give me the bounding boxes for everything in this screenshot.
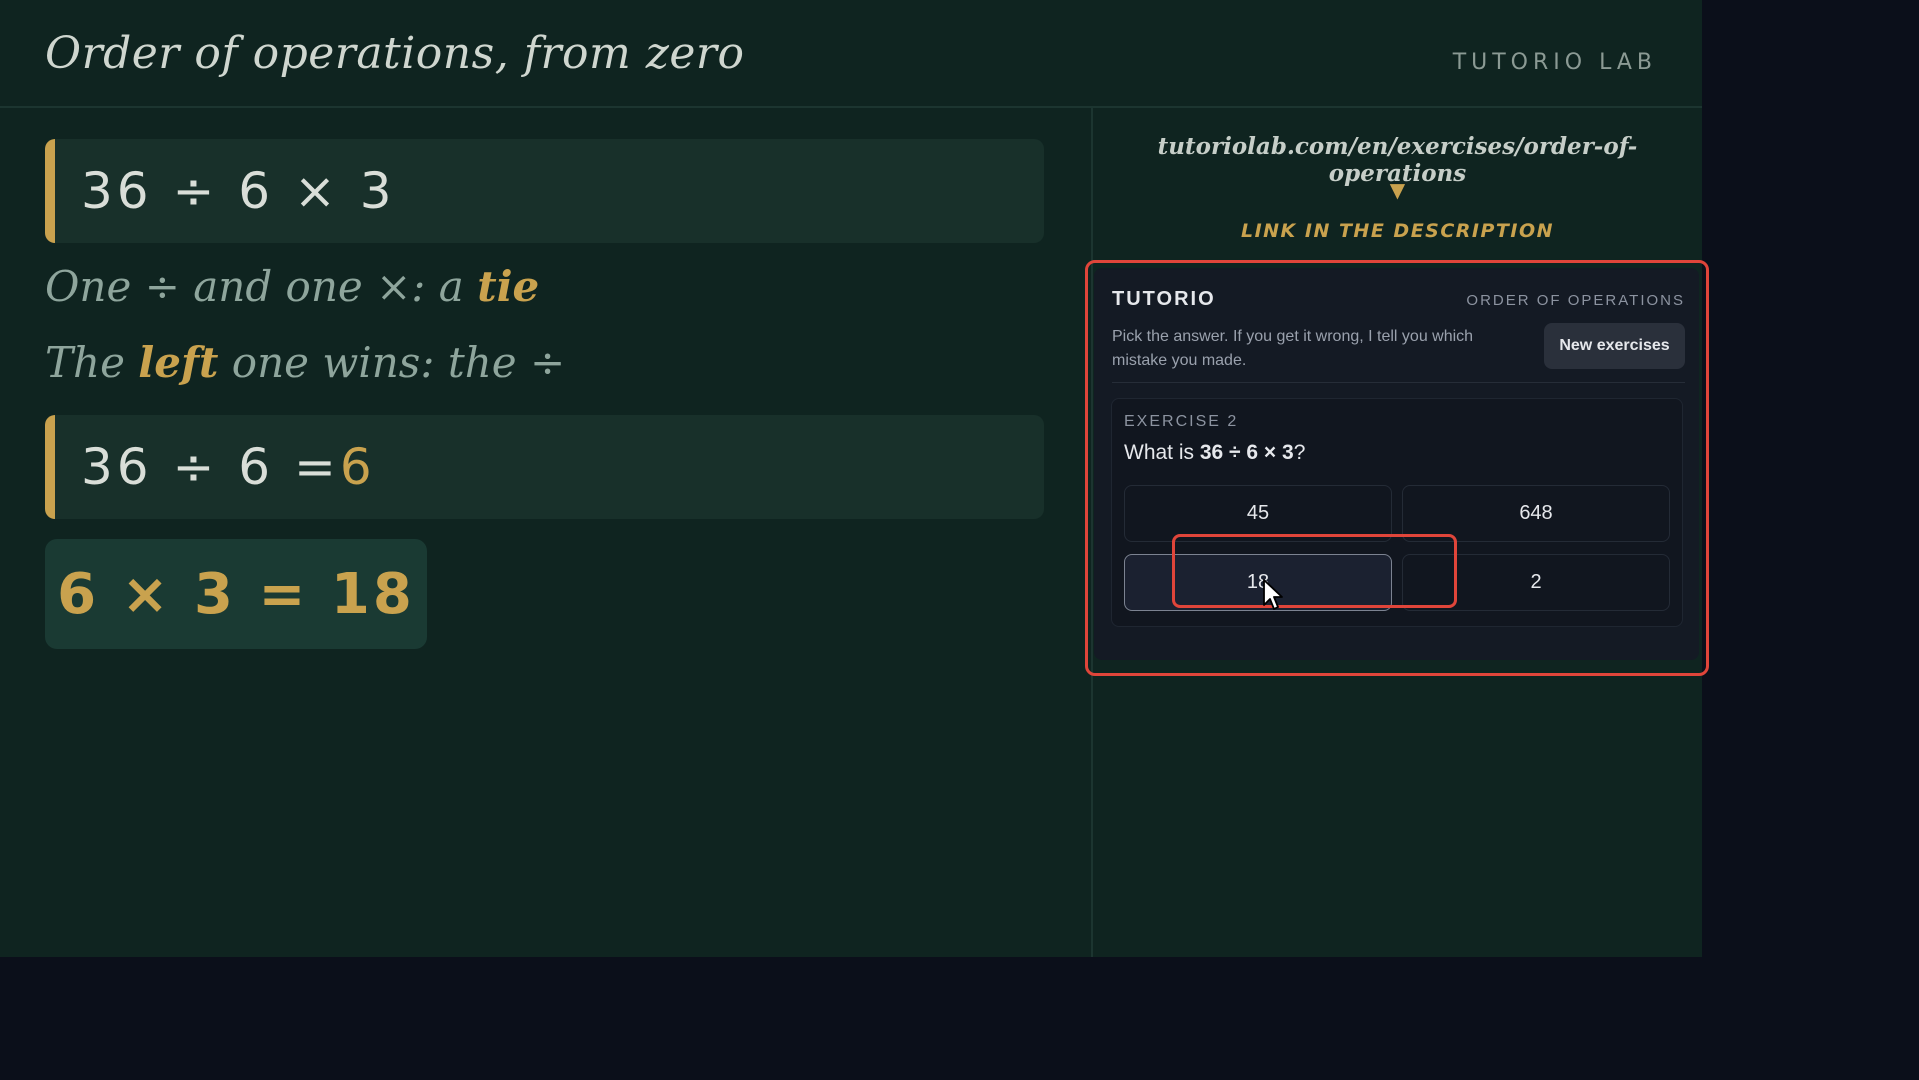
widget-separator (1112, 382, 1685, 383)
widget-topic: ORDER OF OPERATIONS (1466, 292, 1685, 309)
highlight-word: tie (477, 262, 540, 311)
widget-description: Pick the answer. If you get it wrong, I … (1112, 328, 1474, 369)
new-exercises-button[interactable]: New exercises (1544, 323, 1685, 369)
expression-text: 36 ÷ 6 = (81, 438, 340, 496)
explanation-line-1: One ÷ and one ×: a tie (45, 262, 539, 311)
question-text: ? (1293, 441, 1306, 464)
focus-highlight-box (1172, 534, 1457, 608)
explanation-line-2: The left one wins: the ÷ (45, 338, 565, 387)
expression-box: 36 ÷ 6 × 3 (45, 139, 1044, 243)
highlight-word: left (138, 338, 219, 387)
expression-text: 36 ÷ 6 × 3 (81, 162, 396, 220)
mouse-pointer-icon (1263, 579, 1283, 610)
brand-logo-text: TUTORIO LAB (1452, 50, 1657, 75)
question-expression: 36 ÷ 6 × 3 (1199, 441, 1294, 464)
exercise-label: EXERCISE 2 (1124, 413, 1239, 430)
widget-brand: TUTORIO (1112, 288, 1216, 310)
link-caption: LINK IN THE DESCRIPTION (1240, 220, 1555, 242)
page-title: Order of operations, from zero (45, 28, 745, 79)
arrow-down-icon: ▼ (1389, 178, 1406, 202)
final-result-box: 6 × 3 = 18 (45, 539, 427, 649)
explanation-text: One ÷ and one ×: a (45, 262, 478, 311)
explanation-text: The (45, 338, 139, 387)
header: Order of operations, from zero TUTORIO L… (0, 0, 1702, 108)
final-result-text: 6 × 3 = 18 (57, 561, 415, 627)
expression-result: 6 (339, 438, 376, 496)
step-expression-box: 36 ÷ 6 = 6 (45, 415, 1044, 519)
explanation-text: one wins: the ÷ (218, 338, 566, 387)
exercise-question: What is 36 ÷ 6 × 3? (1124, 441, 1305, 465)
question-text: What is (1124, 441, 1200, 464)
